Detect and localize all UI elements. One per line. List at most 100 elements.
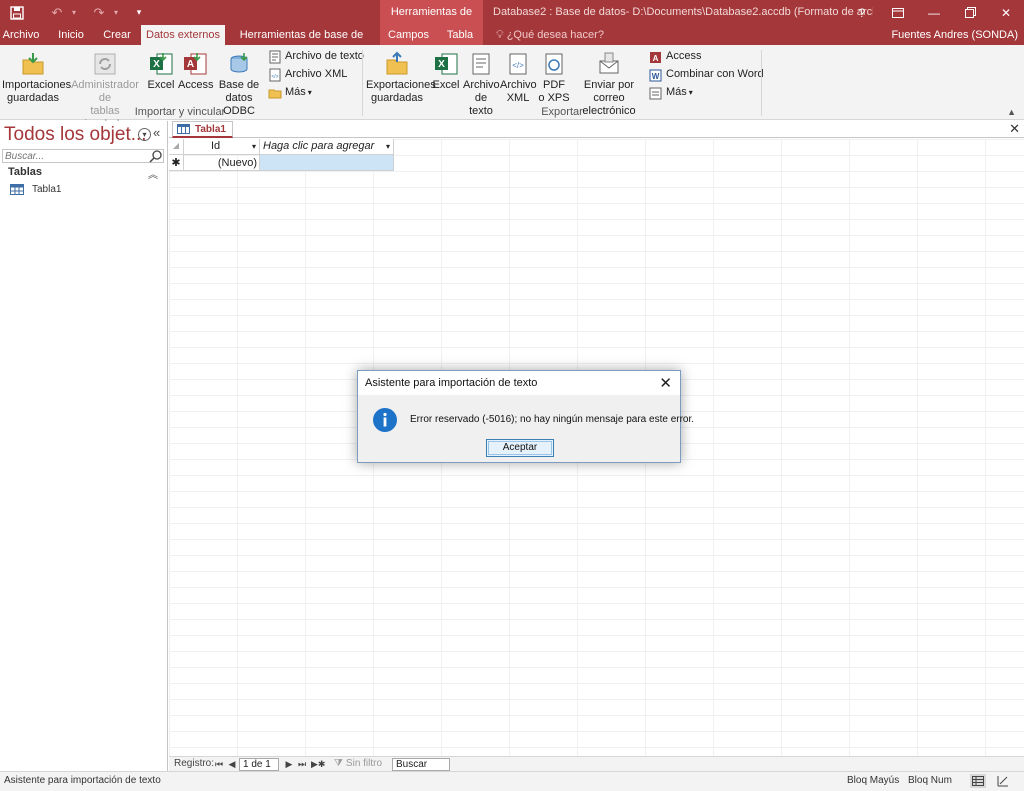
export-access-label: Access (666, 50, 702, 62)
doc-tab-tabla1[interactable]: Tabla1 (172, 121, 233, 138)
ribbon: Importaciones guardadas Administrador de… (0, 45, 1024, 130)
chevron-down-icon[interactable]: ▾ (252, 139, 256, 154)
group-separator (761, 50, 762, 116)
tab-archivo[interactable]: Archivo (0, 25, 42, 45)
nav-pane-menu-icon[interactable]: ▾ (138, 128, 151, 141)
enviar-correo-label-1: Enviar por correo (583, 79, 635, 104)
undo-dropdown-icon[interactable]: ▾ (68, 2, 80, 24)
tab-herramientas-base-datos[interactable]: Herramientas de base de datos (229, 25, 374, 61)
pdf-xps-icon (545, 53, 563, 75)
current-record-input[interactable]: 1 de 1 (239, 758, 279, 771)
help-icon[interactable]: ? (844, 0, 880, 25)
tab-datos-externos[interactable]: Datos externos (141, 25, 225, 45)
status-bar: Asistente para importación de texto Bloq… (0, 771, 1024, 791)
group-importar-vincular-label: Importar y vincular (134, 106, 226, 118)
email-attachment-icon (599, 52, 619, 74)
export-access-button[interactable]: A Access (649, 48, 701, 65)
export-more-button[interactable]: Más ▾ (649, 84, 693, 101)
user-account[interactable]: Fuentes Andres (SONDA) (891, 25, 1018, 45)
import-xml-file-button[interactable]: </> Archivo XML (268, 66, 347, 83)
export-more-label: Más (666, 86, 687, 98)
record-search-input[interactable]: Buscar (392, 758, 450, 771)
saved-imports-icon (22, 53, 44, 75)
close-window-icon[interactable]: ✕ (988, 0, 1024, 25)
import-access-button[interactable]: A Access (178, 51, 214, 92)
text-file-icon (472, 53, 490, 75)
column-header-id[interactable]: Id ▾ (184, 139, 260, 155)
cell-id-new[interactable]: (Nuevo) (184, 155, 260, 171)
nav-item-label: Tabla1 (32, 183, 62, 195)
minimize-icon[interactable]: — (916, 0, 952, 25)
ribbon-display-icon[interactable] (880, 0, 916, 25)
combinar-word-label: Combinar con Word (666, 68, 764, 80)
dialog-message: Error reservado (-5016); no hay ningún m… (410, 414, 695, 425)
nav-pane-title[interactable]: Todos los objet... (4, 124, 147, 146)
filter-status[interactable]: ⧩ Sin filtro (334, 758, 382, 769)
filter-label: Sin filtro (345, 758, 383, 769)
tab-campos[interactable]: Campos (380, 25, 437, 45)
export-excel-label: Excel (432, 79, 460, 91)
tab-tabla[interactable]: Tabla (437, 25, 483, 45)
exportaciones-label-2: guardadas (371, 92, 423, 104)
last-record-icon[interactable]: ⏭ (296, 757, 308, 771)
word-merge-icon: W (649, 69, 662, 81)
restore-icon[interactable] (952, 0, 988, 25)
svg-text:A: A (187, 59, 194, 70)
search-icon[interactable] (148, 148, 164, 164)
datasheet-view-icon[interactable] (970, 774, 986, 788)
column-header-add-field[interactable]: Haga clic para agregar ▾ (260, 139, 394, 155)
window-title: Database2 : Base de datos- D:\Documents\… (493, 6, 873, 18)
chevron-down-icon: ▾ (307, 88, 312, 97)
redo-icon[interactable]: ↷ (88, 2, 110, 24)
chevron-up-icon[interactable]: ︽ (148, 166, 158, 181)
nav-item-tabla1[interactable]: Tabla1 (10, 182, 61, 196)
excel-icon: X (435, 53, 458, 75)
customize-qat-icon[interactable]: ▾ (128, 2, 150, 24)
export-pdf-xps-button[interactable]: PDF o XPS (538, 51, 570, 105)
import-access-label: Access (178, 79, 214, 91)
tab-crear[interactable]: Crear (98, 25, 136, 45)
collapse-ribbon-icon[interactable]: ▲ (1007, 107, 1016, 117)
importaciones-guardadas-button[interactable]: Importaciones guardadas (2, 51, 71, 105)
import-more-button[interactable]: Más ▾ (268, 84, 312, 101)
previous-record-icon[interactable]: ◀ (226, 757, 238, 771)
importaciones-label-1: Importaciones (2, 79, 72, 91)
export-pdf-label-2: o XPS (538, 92, 570, 104)
more-database-icon (649, 87, 662, 99)
tell-me-text: ¿Qué desea hacer? (506, 29, 604, 41)
administrador-tablas-vinculadas-button[interactable]: Administrador de tablas vinculadas (66, 51, 144, 131)
saved-exports-icon (386, 51, 408, 75)
chevron-down-icon[interactable]: ▾ (386, 139, 390, 154)
tell-me-box[interactable]: 💡︎ ¿Qué desea hacer? (496, 25, 604, 45)
record-navigation-bar: Registro: ⏮ ◀ 1 de 1 ▶ ⏭ ▶✱ ⧩ Sin filtro … (169, 756, 1024, 771)
nav-search-input[interactable] (2, 149, 164, 163)
nav-group-tablas[interactable]: Tablas (8, 166, 42, 178)
new-record-selector[interactable]: ✱ (169, 155, 184, 171)
svg-text:X: X (153, 59, 160, 70)
aceptar-button[interactable]: Aceptar (486, 439, 554, 457)
design-view-icon[interactable] (995, 774, 1011, 788)
column-header-label: Haga clic para agregar (263, 140, 375, 152)
cell-add-field-new[interactable] (260, 155, 394, 171)
next-record-icon[interactable]: ▶ (283, 757, 295, 771)
exportaciones-guardadas-button[interactable]: Exportaciones guardadas (366, 51, 436, 105)
new-record-icon[interactable]: ▶✱ (311, 757, 325, 771)
redo-dropdown-icon[interactable]: ▾ (110, 2, 122, 24)
close-icon[interactable]: ✕ (659, 374, 672, 392)
undo-icon[interactable]: ↶ (46, 2, 68, 24)
import-excel-button[interactable]: X Excel (146, 51, 176, 92)
ribbon-tabs: Archivo Inicio Crear Datos externos Herr… (0, 25, 1024, 61)
select-all-corner[interactable]: ◢ (169, 139, 184, 155)
nav-pane-collapse-icon[interactable]: « (153, 125, 160, 140)
import-xml-file-label: Archivo XML (285, 68, 348, 80)
export-excel-button[interactable]: X Excel (431, 51, 461, 92)
first-record-icon[interactable]: ⏮ (213, 757, 225, 771)
tab-inicio[interactable]: Inicio (52, 25, 90, 45)
dialog-title-bar[interactable]: Asistente para importación de texto ✕ (358, 371, 680, 395)
save-icon[interactable] (6, 2, 28, 24)
export-xml-file-button[interactable]: </> Archivo XML (500, 51, 537, 105)
doc-tab-label: Tabla1 (195, 123, 226, 135)
combinar-word-button[interactable]: W Combinar con Word (649, 66, 764, 83)
close-document-icon[interactable]: ✕ (1009, 121, 1020, 137)
import-text-file-button[interactable]: Archivo de texto (268, 48, 364, 65)
